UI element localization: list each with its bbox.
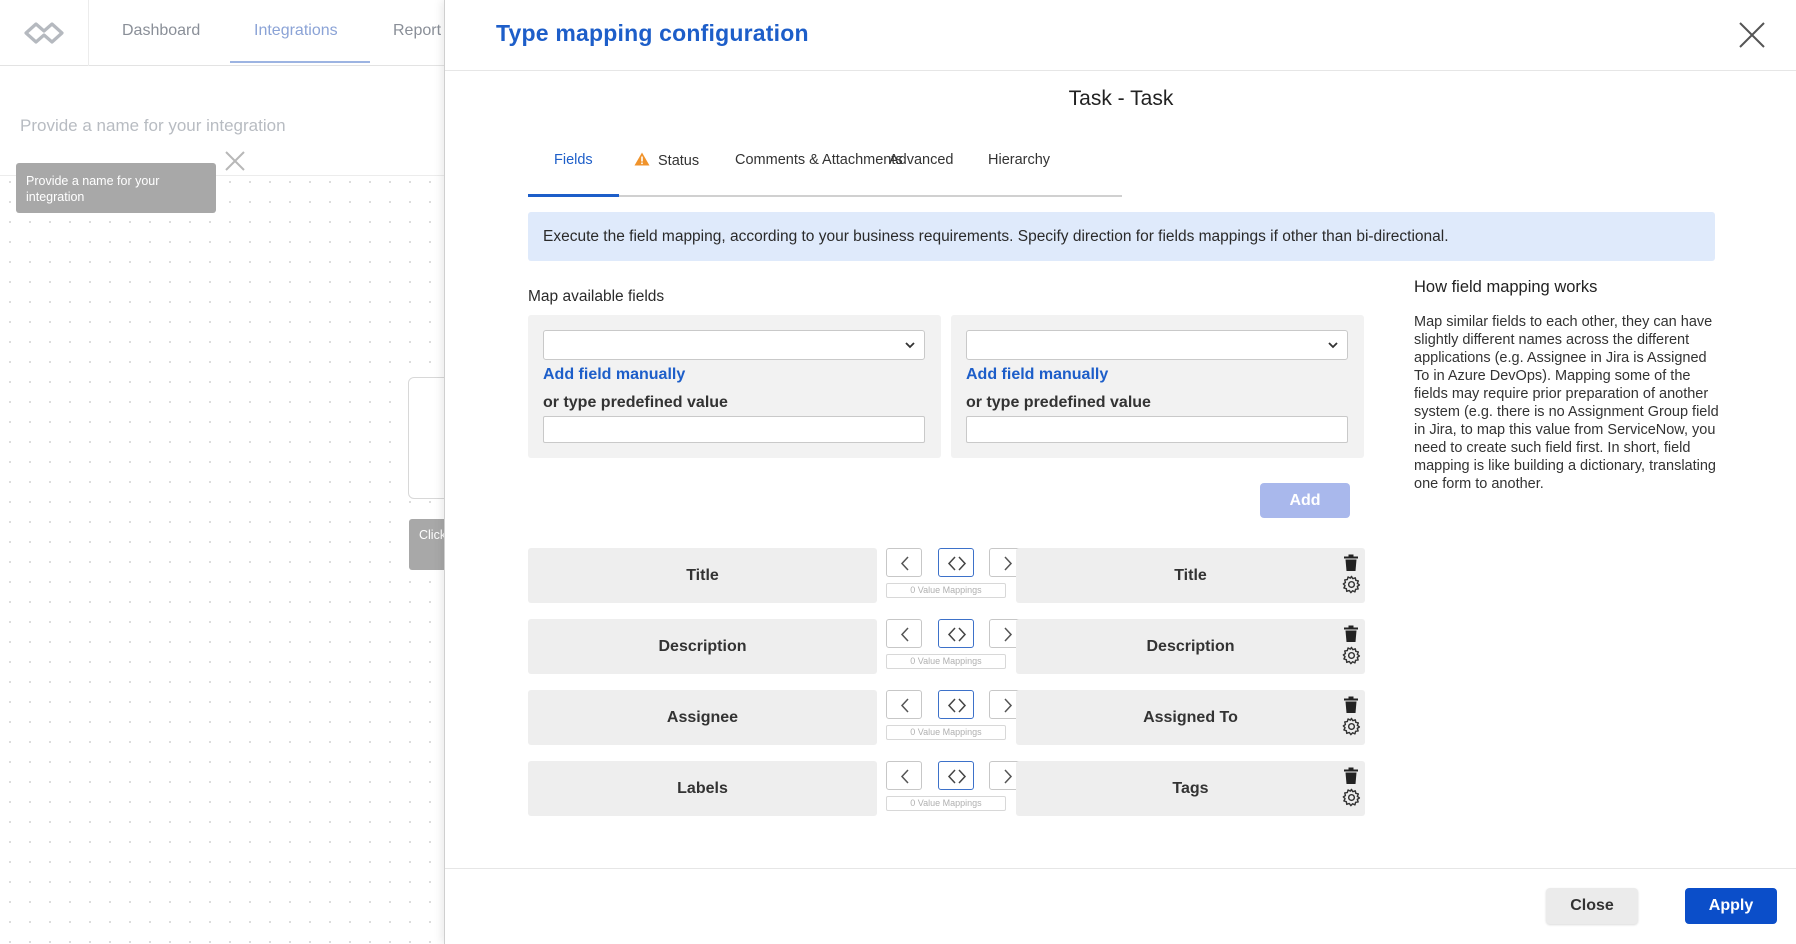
tab-advanced[interactable]: Advanced [889,152,954,168]
direction-bidirectional-button[interactable] [938,548,974,577]
name-tooltip: Provide a name for your integration [16,163,216,213]
source-field: Assignee [528,690,877,745]
bidirectional-arrows-icon [947,769,967,784]
integration-name-row: Provide a name for your integration [0,66,446,176]
warning-icon [634,152,650,166]
divider [88,0,89,66]
info-banner: Execute the field mapping, according to … [528,212,1715,261]
predefined-value-label: or type predefined value [966,394,1151,411]
direction-bidirectional-button[interactable] [938,619,974,648]
nav-dashboard[interactable]: Dashboard [122,22,200,40]
direction-bidirectional-button[interactable] [938,761,974,790]
bidirectional-arrows-icon [947,556,967,571]
mapping-row: Description 0 Value Mappings Description [528,619,1365,674]
chevron-down-icon [905,342,915,349]
direction-bidirectional-button[interactable] [938,690,974,719]
chevron-left-icon [900,769,909,784]
target-field: Tags [1016,761,1365,816]
help-text: Map similar fields to each other, they c… [1414,314,1719,492]
mapping-row: Title 0 Value Mappings Title [528,548,1365,603]
chevron-left-icon [900,698,909,713]
close-button[interactable]: Close [1546,888,1638,924]
nav-integrations[interactable]: Integrations [254,22,338,40]
direction-left-button[interactable] [886,761,922,790]
source-field: Description [528,619,877,674]
trash-icon[interactable] [1343,696,1359,714]
source-field: Title [528,548,877,603]
chevron-left-icon [900,556,909,571]
type-pair-title: Task - Task [1068,87,1174,110]
integration-name-input[interactable]: Provide a name for your integration [20,116,286,136]
tab-status-label: Status [658,153,700,169]
nav-active-indicator [230,61,370,63]
gear-icon[interactable] [1342,575,1361,594]
close-icon[interactable] [224,150,246,172]
modal-header: Type mapping configuration [445,0,1796,71]
gear-icon[interactable] [1342,788,1361,807]
apply-button[interactable]: Apply [1685,888,1777,924]
add-field-manually-link[interactable]: Add field manually [543,366,685,384]
right-predefined-value-input[interactable] [966,416,1348,443]
value-mappings-link[interactable]: 0 Value Mappings [886,796,1006,811]
type-mapping-modal: Type mapping configuration Task - Task F… [444,0,1796,944]
mapping-row: Labels 0 Value Mappings Tags [528,761,1365,816]
value-mappings-link[interactable]: 0 Value Mappings [886,725,1006,740]
map-available-fields-label: Map available fields [528,288,665,305]
direction-left-button[interactable] [886,619,922,648]
trash-icon[interactable] [1343,554,1359,572]
target-field: Title [1016,548,1365,603]
gear-icon[interactable] [1342,646,1361,665]
chevron-down-icon [1328,342,1338,349]
value-mappings-link[interactable]: 0 Value Mappings [886,654,1006,669]
nav-reports[interactable]: Report [393,22,441,40]
right-field-select[interactable] [966,330,1348,360]
modal-footer: Close Apply [445,868,1796,944]
left-field-selector: Add field manually or type predefined va… [528,315,941,458]
active-tab-indicator [528,194,619,197]
bidirectional-arrows-icon [947,627,967,642]
bidirectional-arrows-icon [947,698,967,713]
value-mappings-link[interactable]: 0 Value Mappings [886,583,1006,598]
close-icon[interactable] [1737,20,1767,50]
tab-hierarchy[interactable]: Hierarchy [988,152,1050,168]
right-field-selector: Add field manually or type predefined va… [951,315,1364,458]
add-mapping-button[interactable]: Add [1260,483,1350,518]
direction-left-button[interactable] [886,690,922,719]
trash-icon[interactable] [1343,625,1359,643]
left-field-select[interactable] [543,330,925,360]
trash-icon[interactable] [1343,767,1359,785]
mapping-row: Assignee 0 Value Mappings Assigned To [528,690,1365,745]
modal-title: Type mapping configuration [496,20,809,46]
target-field: Description [1016,619,1365,674]
add-field-manually-link[interactable]: Add field manually [966,366,1108,384]
tab-bar: Fields Status Comments & Attachments Adv… [528,148,1122,197]
left-predefined-value-input[interactable] [543,416,925,443]
card-tooltip: Click edit [409,519,449,570]
app-logo-icon [24,22,64,44]
top-navigation: Dashboard Integrations Report [0,0,446,66]
chevron-left-icon [900,627,909,642]
direction-left-button[interactable] [886,548,922,577]
gear-icon[interactable] [1342,717,1361,736]
tab-status[interactable]: Status [634,152,699,169]
target-field: Assigned To [1016,690,1365,745]
predefined-value-label: or type predefined value [543,394,728,411]
tab-fields[interactable]: Fields [554,152,593,168]
background-app: Dashboard Integrations Report Provide a … [0,0,458,944]
tab-comments-attachments[interactable]: Comments & Attachments [735,152,903,168]
help-title: How field mapping works [1414,278,1598,296]
source-field: Labels [528,761,877,816]
